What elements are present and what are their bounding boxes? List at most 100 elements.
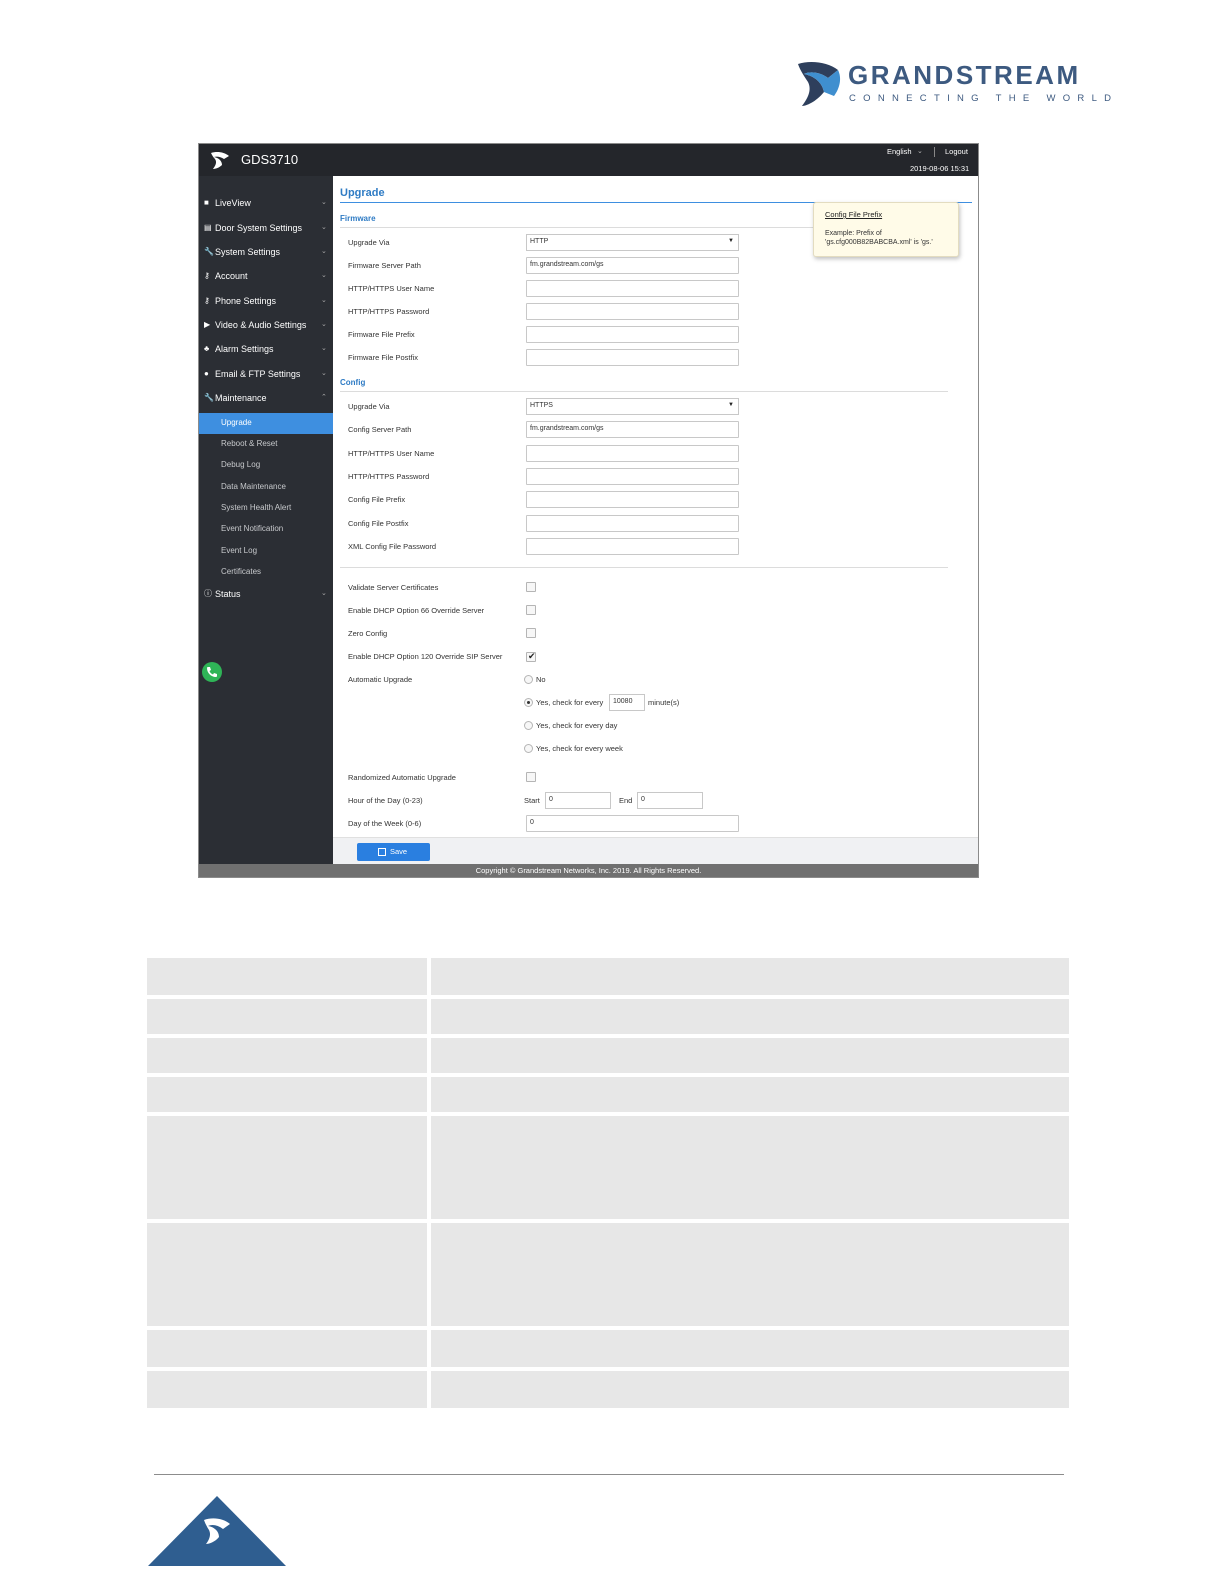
auto-upgrade-minutes-radio[interactable] xyxy=(524,698,533,707)
auto-upgrade-minutes-label: Yes, check for every xyxy=(536,698,604,707)
table-cell xyxy=(431,1223,1069,1326)
validate-certificates-checkbox[interactable] xyxy=(526,582,536,592)
chevron-down-icon: ⌄ xyxy=(321,345,327,352)
firmware-upgrade-via-label: Upgrade Via xyxy=(348,238,390,247)
sidebar-item-liveview[interactable]: ■ LiveView ⌄ xyxy=(199,193,333,215)
sidebar-item-label: Alarm Settings xyxy=(215,344,274,354)
dhcp66-label: Enable DHCP Option 66 Override Server xyxy=(348,606,485,615)
config-user-name-input[interactable] xyxy=(526,445,739,462)
config-upgrade-via-select[interactable]: HTTPS ▼ xyxy=(526,398,739,415)
zero-config-checkbox[interactable] xyxy=(526,628,536,638)
table-cell xyxy=(431,1116,1069,1219)
sidebar-subitem-upgrade[interactable]: Upgrade xyxy=(199,413,333,434)
section-firmware-heading: Firmware xyxy=(340,214,376,223)
chevron-down-icon: ⌄ xyxy=(321,248,327,255)
sidebar-subitem-certificates[interactable]: Certificates xyxy=(199,562,333,583)
select-value: HTTPS xyxy=(530,402,553,409)
sidebar-item-account[interactable]: ⚷ Account ⌄ xyxy=(199,266,333,288)
minutes-unit-label: minute(s) xyxy=(648,698,680,707)
table-cell xyxy=(147,1371,427,1408)
day-of-week-input[interactable]: 0 xyxy=(526,815,739,832)
firmware-prefix-input[interactable] xyxy=(526,326,739,343)
sidebar-item-system-settings[interactable]: 🔧 System Settings ⌄ xyxy=(199,242,333,264)
sidebar-subitem-label: Event Log xyxy=(221,546,258,555)
sidebar-item-alarm-settings[interactable]: ♣ Alarm Settings ⌄ xyxy=(199,339,333,361)
sidebar-item-email-ftp-settings[interactable]: ● Email & FTP Settings ⌄ xyxy=(199,364,333,386)
firmware-user-name-input[interactable] xyxy=(526,280,739,297)
config-password-input[interactable] xyxy=(526,468,739,485)
chevron-down-icon[interactable]: ⌄ xyxy=(917,147,923,155)
dhcp66-checkbox[interactable] xyxy=(526,605,536,615)
main-content: Upgrade Firmware Upgrade Via HTTP ▼ Firm… xyxy=(333,176,978,864)
sidebar-item-video-audio-settings[interactable]: ▶ Video & Audio Settings ⌄ xyxy=(199,315,333,337)
sidebar-item-label: Maintenance xyxy=(215,393,267,403)
auto-upgrade-week-radio[interactable] xyxy=(524,744,533,753)
divider xyxy=(934,147,935,157)
table-row xyxy=(147,1223,1069,1326)
table-cell xyxy=(147,1116,427,1219)
end-hour-input[interactable]: 0 xyxy=(637,792,703,809)
dhcp120-checkbox[interactable] xyxy=(526,651,536,662)
grandstream-emblem-icon xyxy=(798,62,841,106)
randomized-upgrade-label: Randomized Automatic Upgrade xyxy=(348,773,456,782)
sidebar-subitem-event-notification[interactable]: Event Notification xyxy=(199,519,333,540)
sidebar-subitem-debug-log[interactable]: Debug Log xyxy=(199,455,333,476)
sidebar-subitem-label: Data Maintenance xyxy=(221,482,286,491)
firmware-postfix-input[interactable] xyxy=(526,349,739,366)
start-hour-input[interactable]: 0 xyxy=(545,792,611,809)
sidebar-item-status[interactable]: ⓘ Status ⌄ xyxy=(199,584,333,606)
table-cell xyxy=(147,1038,427,1073)
sidebar-subitem-label: Certificates xyxy=(221,567,262,576)
save-bar: Save xyxy=(333,837,978,864)
auto-upgrade-day-radio[interactable] xyxy=(524,721,533,730)
firmware-server-path-input[interactable]: fm.grandstream.com/gs xyxy=(526,257,739,274)
zero-config-label: Zero Config xyxy=(348,629,388,638)
divider xyxy=(340,391,948,392)
config-user-name-label: HTTP/HTTPS User Name xyxy=(348,449,435,458)
firmware-server-path-label: Firmware Server Path xyxy=(348,261,421,270)
table-row xyxy=(147,1038,1069,1073)
auto-upgrade-minutes-input[interactable]: 10080 xyxy=(609,694,645,711)
door-icon: ▤ xyxy=(204,223,212,232)
footer-divider xyxy=(154,1474,1064,1475)
config-prefix-tooltip: Config File Prefix Example: Prefix of 'g… xyxy=(813,202,959,257)
chevron-down-icon: ⌄ xyxy=(321,297,327,304)
table-row xyxy=(147,958,1069,995)
datetime-display: 2019-08-06 15:31 xyxy=(910,164,970,173)
table-cell xyxy=(147,1077,427,1112)
sidebar-item-phone-settings[interactable]: ⚷ Phone Settings ⌄ xyxy=(199,291,333,313)
dhcp120-label: Enable DHCP Option 120 Override SIP Serv… xyxy=(348,652,503,661)
sidebar-item-label: System Settings xyxy=(215,247,281,257)
phone-call-button[interactable] xyxy=(202,662,222,682)
firmware-postfix-label: Firmware File Postfix xyxy=(348,353,419,362)
randomized-upgrade-checkbox[interactable] xyxy=(526,772,536,782)
logout-link[interactable]: Logout xyxy=(945,147,968,156)
day-of-week-label: Day of the Week (0-6) xyxy=(348,819,422,828)
table-row xyxy=(147,999,1069,1034)
tooltip-body: Example: Prefix of 'gs.cfg000B82BABCBA.x… xyxy=(825,230,933,246)
caret-down-icon: ▼ xyxy=(728,238,734,244)
auto-upgrade-no-radio[interactable] xyxy=(524,675,533,684)
copyright-text: Copyright © Grandstream Networks, Inc. 2… xyxy=(475,866,702,875)
validate-certificates-label: Validate Server Certificates xyxy=(348,583,439,592)
sidebar-subitem-event-log[interactable]: Event Log xyxy=(199,541,333,562)
config-postfix-input[interactable] xyxy=(526,515,739,532)
sidebar-subitem-data-maintenance[interactable]: Data Maintenance xyxy=(199,477,333,498)
key-icon: ⚷ xyxy=(204,296,210,305)
sidebar-subitem-system-health-alert[interactable]: System Health Alert xyxy=(199,498,333,519)
chevron-down-icon: ⌄ xyxy=(321,224,327,231)
config-server-path-input[interactable]: fm.grandstream.com/gs xyxy=(526,421,739,438)
sidebar-item-door-system-settings[interactable]: ▤ Door System Settings ⌄ xyxy=(199,218,333,240)
sidebar-item-maintenance[interactable]: 🔧 Maintenance ⌃ xyxy=(199,388,333,410)
firmware-password-input[interactable] xyxy=(526,303,739,320)
config-prefix-input[interactable] xyxy=(526,491,739,508)
page-title: Upgrade xyxy=(340,187,385,199)
brand-tagline: CONNECTING THE WORLD xyxy=(849,93,1119,104)
save-button[interactable]: Save xyxy=(357,843,430,861)
sidebar-item-label: LiveView xyxy=(215,198,251,208)
sidebar-subitem-reboot-reset[interactable]: Reboot & Reset xyxy=(199,434,333,455)
select-value: HTTP xyxy=(530,238,549,245)
xml-config-password-input[interactable] xyxy=(526,538,739,555)
firmware-upgrade-via-select[interactable]: HTTP ▼ xyxy=(526,234,739,251)
language-select[interactable]: English xyxy=(887,147,912,156)
